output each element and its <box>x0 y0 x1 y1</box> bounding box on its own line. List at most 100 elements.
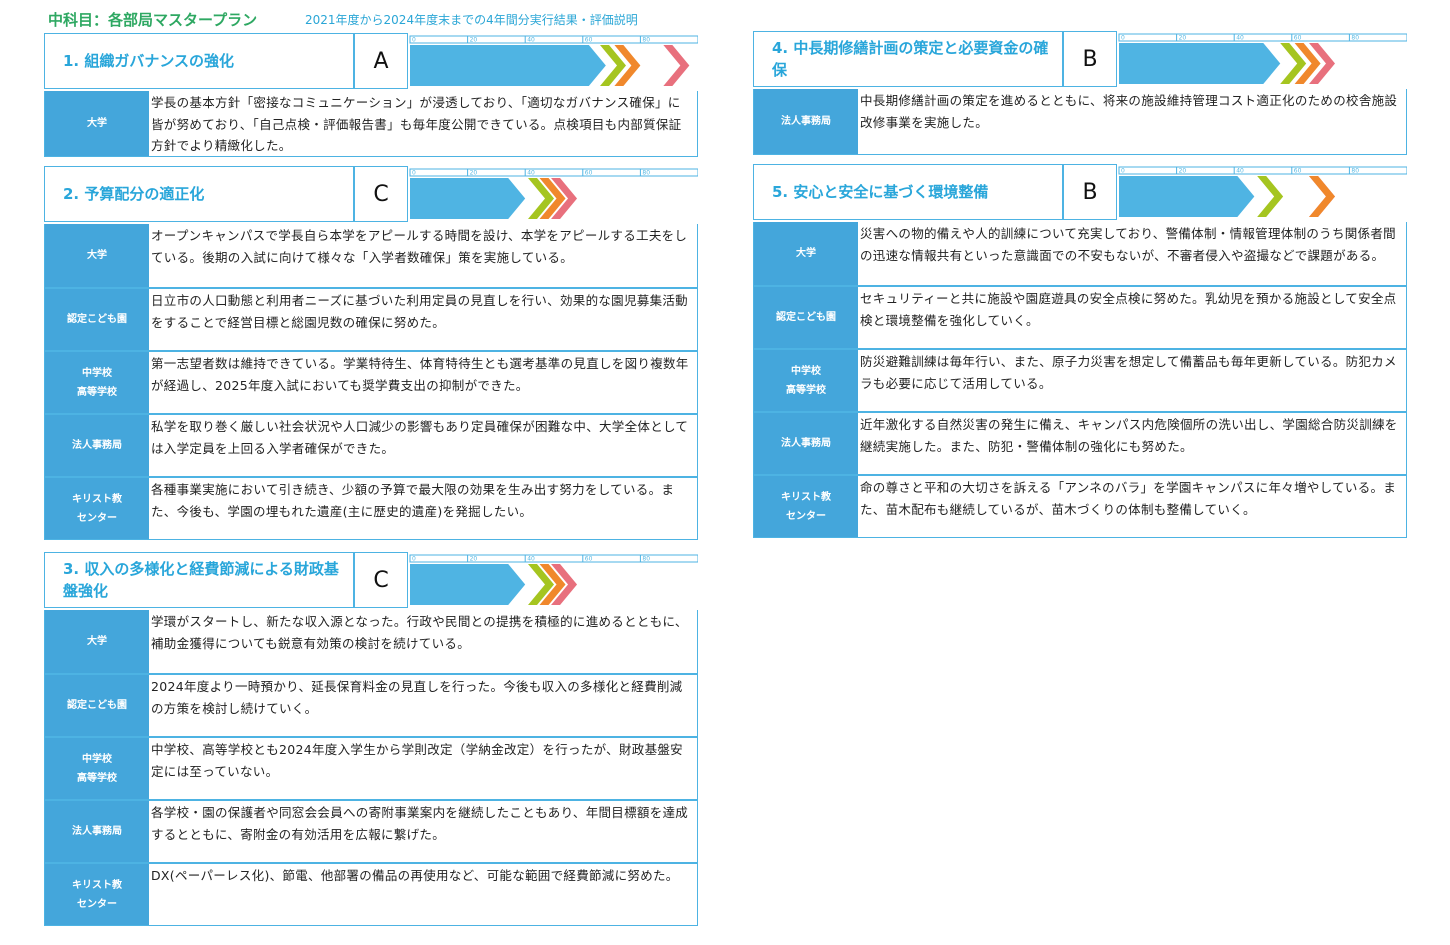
row-text: 学環がスタートし、新たな収入源となった。行政や民間との提携を積極的に進めるととも… <box>151 614 688 651</box>
table-row: 法人事務局 中長期修繕計画の策定を進めるとともに、将来の施設維持管理コスト適正化… <box>754 89 1406 154</box>
row-label: 法人事務局 <box>45 415 149 476</box>
scale-tick-label: 40 <box>527 556 535 563</box>
table-row: 認定こども園 日立市の人口動態と利用者ニーズに基づいた利用定員の見直しを行い、効… <box>45 287 697 350</box>
progress-arrow-green <box>1257 176 1284 217</box>
row-text: 災害への物的備えや人的訓練について充実しており、警備体制・情報管理体制のうち関係… <box>860 226 1396 263</box>
table-row: 法人事務局 私学を取り巻く厳しい社会状況や人口減少の影響もあり定員確保が困難な中… <box>45 413 697 476</box>
row-text: セキュリティーと共に施設や園庭遊具の安全点検に努めた。乳幼児を預かる施設として安… <box>860 291 1397 328</box>
scale-tick-label: 80 <box>1351 35 1359 42</box>
row-label: キリスト教 センター <box>754 476 858 537</box>
table-row: 中学校 高等学校 防災避難訓練は毎年行い、また、原子力災害を想定して備蓄品も毎年… <box>754 348 1406 411</box>
row-label: 法人事務局 <box>45 801 149 862</box>
scale-tick-label: 80 <box>1351 168 1359 175</box>
progress-arrow-chart: 020406080100 <box>1118 166 1407 217</box>
scale-tick-label: 20 <box>470 170 478 177</box>
row-text: 私学を取り巻く厳しい社会状況や人口減少の影響もあり定員確保が困難な中、大学全体と… <box>151 419 689 456</box>
section-3: 3. 収入の多様化と経費節減による財政基盤強化 C 020406080100 大… <box>44 552 698 926</box>
table-row: 大学 学環がスタートし、新たな収入源となった。行政や民間との提携を積極的に進める… <box>45 610 697 673</box>
page-title: 中科目：各部局マスタープラン <box>48 11 258 29</box>
section-rows: 法人事務局 中長期修繕計画の策定を進めるとともに、将来の施設維持管理コスト適正化… <box>753 89 1407 155</box>
table-row: キリスト教 センター DX(ペーパーレス化)、節電、他部署の備品の再使用など、可… <box>45 862 697 925</box>
scale-tick-label: 40 <box>1236 35 1244 42</box>
table-row: キリスト教 センター 各種事業実施において引き続き、少額の予算で最大限の効果を生… <box>45 476 697 539</box>
row-text: 防災避難訓練は毎年行い、また、原子力災害を想定して備蓄品も毎年更新している。防犯… <box>860 354 1397 391</box>
row-text: 各種事業実施において引き続き、少額の予算で最大限の効果を生み出す努力をしている。… <box>151 482 675 519</box>
progress-scale: 020406080100 <box>1117 31 1407 87</box>
section-rows: 大学 学環がスタートし、新たな収入源となった。行政や民間との提携を積極的に進める… <box>44 610 698 926</box>
scale-bar <box>409 554 698 563</box>
scale-tick-label: 60 <box>1294 35 1302 42</box>
section-title: 5. 安心と安全に基づく環境整備 <box>753 164 1063 220</box>
scale-tick-label: 40 <box>1236 168 1244 175</box>
table-row: 中学校 高等学校 第一志望者数は維持できている。学業特待生、体育特待生とも選考基… <box>45 350 697 413</box>
section-title: 4. 中長期修繕計画の策定と必要資金の確保 <box>753 31 1063 87</box>
row-label: 認定こども園 <box>754 287 858 348</box>
table-row: 法人事務局 近年激化する自然災害の発生に備え、キャンパス内危険個所の洗い出し、学… <box>754 411 1406 474</box>
row-label: 認定こども園 <box>45 289 149 350</box>
row-text: 第一志望者数は維持できている。学業特待生、体育特待生とも選考基準の見直しを図り複… <box>151 356 689 393</box>
row-text: 中学校、高等学校とも2024年度入学生から学則改定（学納金改定）を行ったが、財政… <box>151 742 683 779</box>
row-label: 法人事務局 <box>754 413 858 474</box>
scale-tick-label: 0 <box>1121 168 1125 175</box>
scale-tick-label: 40 <box>527 170 535 177</box>
scale-tick-label: 60 <box>585 556 593 563</box>
scale-tick-label: 60 <box>585 37 593 44</box>
row-label: 大学 <box>45 610 149 673</box>
row-label: 大学 <box>45 91 149 156</box>
table-row: 大学 学長の基本方針「密接なコミュニケーション」が浸透しており、「適切なガバナン… <box>45 91 697 156</box>
progress-arrow-chart: 020406080100 <box>409 35 698 86</box>
row-text: オープンキャンパスで学長自ら本学をアピールする時間を設け、本学をアピールする工夫… <box>151 228 688 265</box>
scale-tick-label: 60 <box>1294 168 1302 175</box>
table-row: 大学 オープンキャンパスで学長自ら本学をアピールする時間を設け、本学をアピールす… <box>45 224 697 287</box>
row-label: 中学校 高等学校 <box>45 738 149 799</box>
section-title: 1. 組織ガバナンスの強化 <box>44 33 354 89</box>
progress-scale: 020406080100 <box>408 33 698 89</box>
section-1: 1. 組織ガバナンスの強化 A 020406080100 大学 学長の基本方針「… <box>44 33 698 157</box>
row-text: 学長の基本方針「密接なコミュニケーション」が浸透しており、「適切なガバナンス確保… <box>151 95 682 153</box>
row-label: 大学 <box>754 222 858 285</box>
table-row: 中学校 高等学校 中学校、高等学校とも2024年度入学生から学則改定（学納金改定… <box>45 736 697 799</box>
grade-badge: C <box>354 552 408 608</box>
progress-arrow-blue <box>410 564 526 605</box>
grade-badge: B <box>1063 164 1117 220</box>
section-rows: 大学 学長の基本方針「密接なコミュニケーション」が浸透しており、「適切なガバナン… <box>44 91 698 157</box>
table-row: 認定こども園 2024年度より一時預かり、延長保育料金の見直しを行った。今後も収… <box>45 673 697 736</box>
row-text: 命の尊さと平和の大切さを訴える「アンネのバラ」を学園キャンパスに年々増やしている… <box>860 480 1397 517</box>
scale-tick-label: 0 <box>412 170 416 177</box>
scale-bar <box>409 168 698 177</box>
table-row: 大学 災害への物的備えや人的訓練について充実しており、警備体制・情報管理体制のう… <box>754 222 1406 285</box>
row-label: 法人事務局 <box>754 89 858 154</box>
progress-arrow-blue <box>1119 43 1281 84</box>
progress-arrow-blue <box>410 45 606 86</box>
scale-tick-label: 60 <box>585 170 593 177</box>
progress-arrow-chart: 020406080100 <box>409 168 698 219</box>
section-4: 4. 中長期修繕計画の策定と必要資金の確保 B 020406080100 法人事… <box>753 31 1407 155</box>
row-label: 中学校 高等学校 <box>45 352 149 413</box>
scale-tick-label: 40 <box>527 37 535 44</box>
scale-tick-label: 80 <box>642 170 650 177</box>
progress-scale: 020406080100 <box>408 166 698 222</box>
table-row: 認定こども園 セキュリティーと共に施設や園庭遊具の安全点検に努めた。乳幼児を預か… <box>754 285 1406 348</box>
scale-bar <box>1118 33 1407 42</box>
progress-scale: 020406080100 <box>408 552 698 608</box>
progress-arrow-blue <box>410 178 526 219</box>
table-row: キリスト教 センター 命の尊さと平和の大切さを訴える「アンネのバラ」を学園キャン… <box>754 474 1406 537</box>
scale-tick-label: 0 <box>1121 35 1125 42</box>
page-subtitle: 2021年度から2024年度末までの4年間分実行結果・評価説明 <box>305 13 638 27</box>
scale-tick-label: 80 <box>642 37 650 44</box>
table-row: 法人事務局 各学校・園の保護者や同窓会会員への寄附事業案内を継続したこともあり、… <box>45 799 697 862</box>
scale-tick-label: 20 <box>470 556 478 563</box>
scale-tick-label: 0 <box>412 556 416 563</box>
progress-arrow-chart: 020406080100 <box>1118 33 1407 84</box>
section-rows: 大学 災害への物的備えや人的訓練について充実しており、警備体制・情報管理体制のう… <box>753 222 1407 538</box>
scale-bar <box>409 35 698 44</box>
progress-arrow-blue <box>1119 176 1255 217</box>
scale-tick-label: 20 <box>1179 35 1187 42</box>
scale-tick-label: 20 <box>1179 168 1187 175</box>
progress-arrow-orange <box>1309 176 1335 217</box>
progress-scale: 020406080100 <box>1117 164 1407 220</box>
row-text: 各学校・園の保護者や同窓会会員への寄附事業案内を継続したこともあり、年間目標額を… <box>151 805 689 842</box>
section-2: 2. 予算配分の適正化 C 020406080100 大学 オープンキャンパスで… <box>44 166 698 540</box>
section-title: 2. 予算配分の適正化 <box>44 166 354 222</box>
scale-tick-label: 80 <box>642 556 650 563</box>
